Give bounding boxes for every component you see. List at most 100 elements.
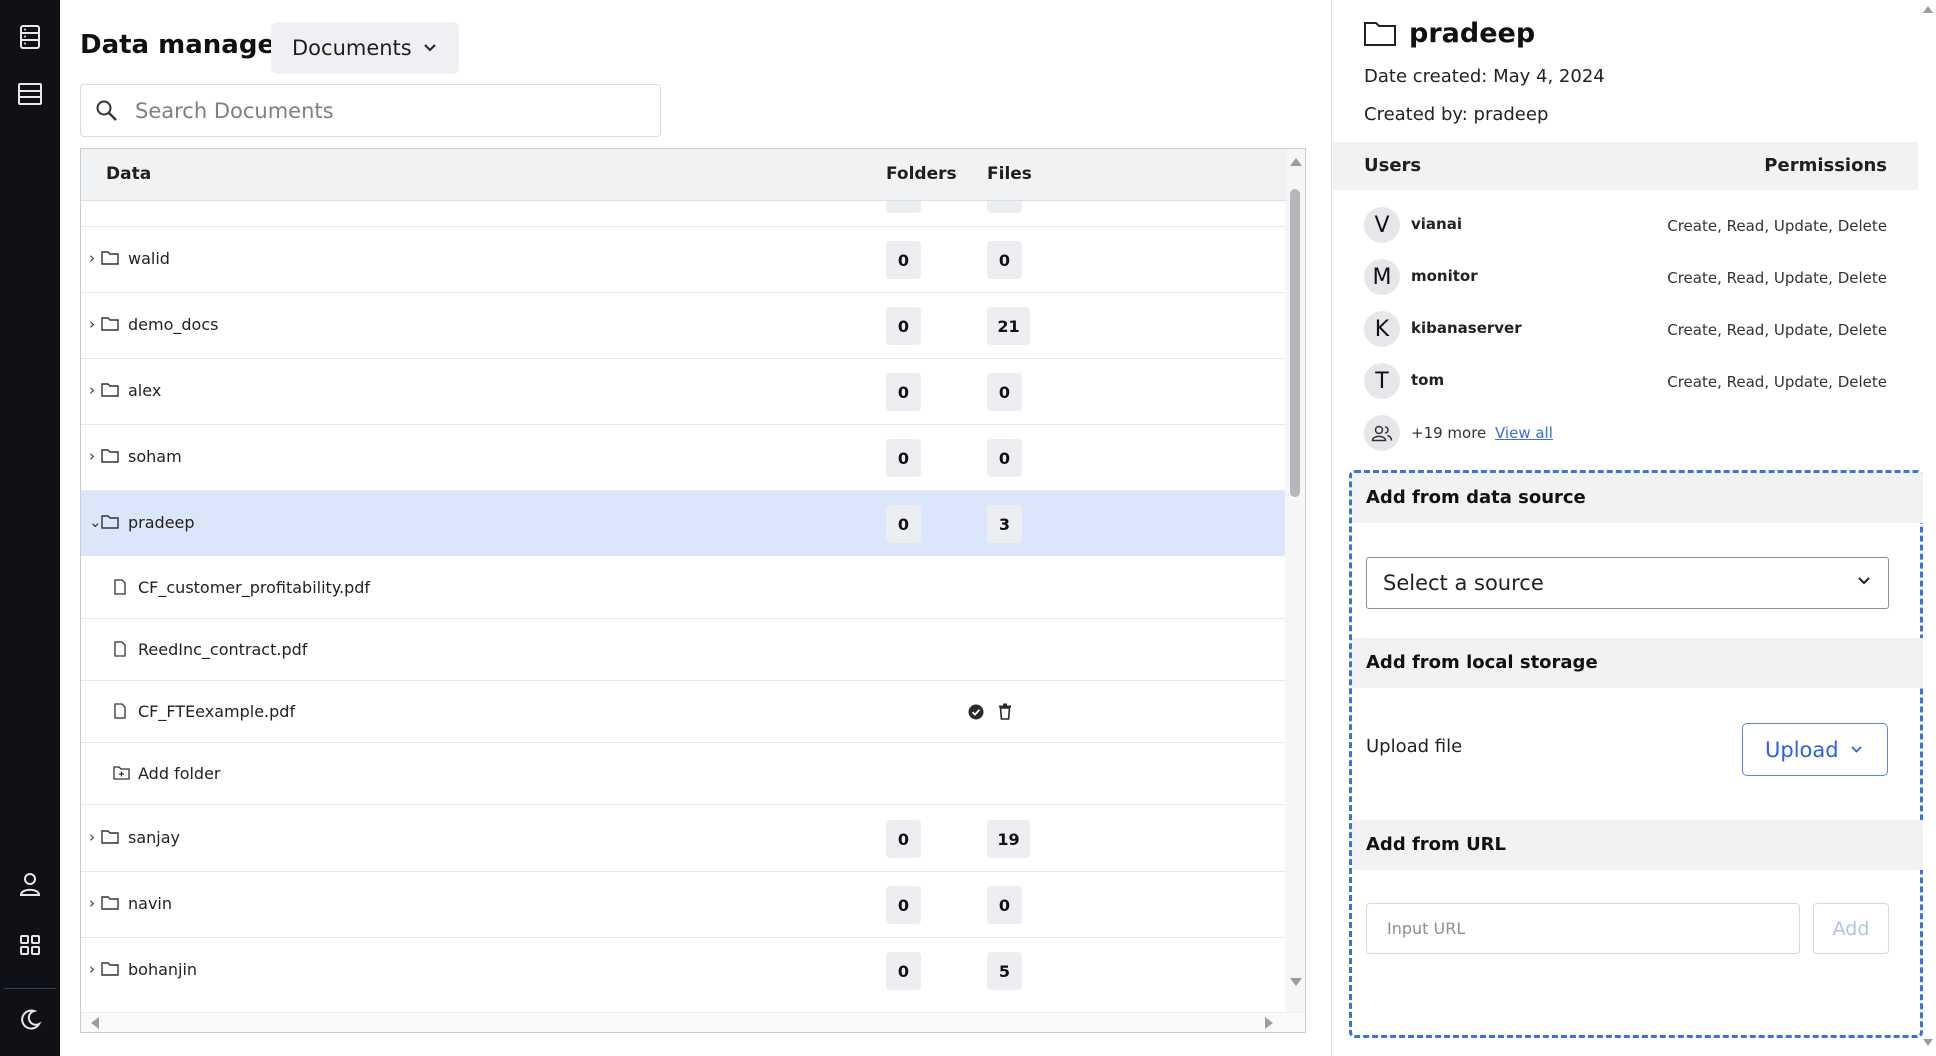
user-icon[interactable] xyxy=(14,868,46,900)
folder-name: soham xyxy=(128,447,182,466)
folders-count: 0 xyxy=(886,886,921,924)
folder-name: alex xyxy=(128,381,162,400)
search-input[interactable] xyxy=(135,98,635,123)
upload-file-label: Upload file xyxy=(1366,736,1463,757)
chevron-down-icon xyxy=(424,44,436,52)
folder-icon xyxy=(101,962,119,976)
apps-grid-icon[interactable] xyxy=(14,929,46,961)
table-row-selected[interactable]: ⌄ pradeep 0 3 xyxy=(81,491,1287,556)
scroll-thumb[interactable] xyxy=(1290,189,1300,497)
trash-icon[interactable] xyxy=(998,703,1012,720)
chevron-right-icon[interactable]: › xyxy=(89,249,95,267)
table-row[interactable]: › walid 0 0 xyxy=(81,227,1287,293)
files-count: 21 xyxy=(987,307,1030,345)
file-name: CF_customer_profitability.pdf xyxy=(138,578,371,597)
user-permissions: Create, Read, Update, Delete xyxy=(1667,269,1887,287)
file-icon xyxy=(114,579,126,595)
add-url-button[interactable]: Add xyxy=(1813,903,1889,954)
user-permissions: Create, Read, Update, Delete xyxy=(1667,321,1887,339)
column-header-data[interactable]: Data xyxy=(106,164,151,184)
avatar: M xyxy=(1364,259,1400,295)
add-data-dropzone: Add from data source Select a source Add… xyxy=(1349,470,1923,1038)
add-folder-row[interactable]: Add folder xyxy=(81,743,1287,805)
permissions-header-label: Permissions xyxy=(1764,155,1887,176)
rail-divider xyxy=(4,988,56,989)
search-box[interactable] xyxy=(80,84,661,137)
chevron-right-icon[interactable]: › xyxy=(89,447,95,465)
avatar: K xyxy=(1364,311,1400,347)
folders-count: 0 xyxy=(886,820,921,858)
chevron-right-icon[interactable]: › xyxy=(89,315,95,333)
details-panel: pradeep Date created: May 4, 2024 Create… xyxy=(1331,0,1936,1056)
check-circle-icon[interactable] xyxy=(968,704,984,720)
moon-icon[interactable] xyxy=(14,1004,46,1036)
table-row[interactable]: › tom 0 0 xyxy=(81,201,1287,227)
chevron-right-icon[interactable]: › xyxy=(89,381,95,399)
scope-dropdown-label: Documents xyxy=(292,36,412,60)
column-header-files[interactable]: Files xyxy=(987,164,1032,184)
table-icon[interactable] xyxy=(14,78,46,110)
scroll-down-arrow-icon[interactable] xyxy=(1923,1039,1933,1046)
folder-icon xyxy=(101,449,119,463)
avatar: V xyxy=(1364,207,1400,243)
table-row[interactable]: › bohanjin 0 5 xyxy=(81,938,1287,991)
vertical-scrollbar[interactable] xyxy=(1285,149,1305,1014)
scroll-up-arrow-icon[interactable] xyxy=(1923,6,1933,13)
column-header-folders[interactable]: Folders xyxy=(886,164,957,184)
users-group-icon xyxy=(1364,415,1400,451)
file-row[interactable]: CF_FTEexample.pdf xyxy=(81,681,1287,743)
table-row[interactable]: › sanjay 0 19 xyxy=(81,806,1287,872)
chevron-right-icon[interactable]: › xyxy=(89,828,95,846)
folder-plus-icon xyxy=(113,766,130,780)
folder-icon xyxy=(101,251,119,265)
user-permissions: Create, Read, Update, Delete xyxy=(1667,217,1887,235)
users-header: Users Permissions xyxy=(1332,142,1918,190)
folder-icon xyxy=(1364,22,1396,46)
data-table: Data Folders Files › tom 0 0 › walid xyxy=(80,148,1306,1033)
user-name: vianai xyxy=(1411,215,1462,233)
folder-name: pradeep xyxy=(128,513,195,532)
chevron-right-icon[interactable]: › xyxy=(89,894,95,912)
folders-count: 0 xyxy=(886,952,921,990)
file-row[interactable]: ReedInc_contract.pdf xyxy=(81,619,1287,681)
source-select[interactable]: Select a source xyxy=(1366,557,1889,609)
table-row[interactable]: › soham 0 0 xyxy=(81,425,1287,491)
scroll-up-arrow-icon[interactable] xyxy=(1290,158,1302,166)
url-input[interactable] xyxy=(1366,903,1800,954)
panel-scrollbar[interactable] xyxy=(1921,0,1936,1056)
folder-name: sanjay xyxy=(128,828,180,847)
source-select-value: Select a source xyxy=(1383,571,1544,595)
add-from-source-header: Add from data source xyxy=(1352,473,1923,523)
table-row[interactable]: › navin 0 0 xyxy=(81,872,1287,938)
upload-button[interactable]: Upload xyxy=(1742,723,1888,776)
table-row[interactable]: › alex 0 0 xyxy=(81,359,1287,425)
folder-icon xyxy=(101,317,119,331)
avatar: T xyxy=(1364,363,1400,399)
folder-name: tom xyxy=(128,201,160,202)
user-row: M monitor Create, Read, Update, Delete xyxy=(1364,259,1887,299)
table-body: › tom 0 0 › walid 0 0 › xyxy=(81,201,1287,991)
table-row[interactable]: › demo_docs 0 21 xyxy=(81,293,1287,359)
horizontal-scrollbar[interactable] xyxy=(81,1012,1305,1032)
file-row[interactable]: CF_customer_profitability.pdf xyxy=(81,557,1287,619)
scroll-down-arrow-icon[interactable] xyxy=(1290,978,1302,986)
table-header: Data Folders Files xyxy=(81,149,1287,201)
files-count: 0 xyxy=(987,201,1022,213)
scope-dropdown[interactable]: Documents xyxy=(271,22,459,74)
files-count: 0 xyxy=(987,439,1022,477)
chevron-right-icon[interactable]: › xyxy=(89,960,95,978)
data-manager-main: Data manager Documents Data Folders File… xyxy=(60,0,1331,1056)
add-from-url-label: Add from URL xyxy=(1366,834,1507,855)
chevron-down-icon[interactable]: ⌄ xyxy=(89,513,102,531)
add-from-local-header: Add from local storage xyxy=(1352,638,1923,688)
add-from-local-label: Add from local storage xyxy=(1366,652,1598,673)
folder-name: bohanjin xyxy=(128,960,198,979)
files-count: 0 xyxy=(987,373,1022,411)
add-from-url-header: Add from URL xyxy=(1352,820,1923,870)
scroll-left-arrow-icon[interactable] xyxy=(91,1017,99,1029)
file-icon xyxy=(114,641,126,657)
view-all-link[interactable]: View all xyxy=(1495,424,1553,442)
scroll-right-arrow-icon[interactable] xyxy=(1265,1017,1273,1029)
database-icon[interactable] xyxy=(14,21,46,53)
user-permissions: Create, Read, Update, Delete xyxy=(1667,373,1887,391)
